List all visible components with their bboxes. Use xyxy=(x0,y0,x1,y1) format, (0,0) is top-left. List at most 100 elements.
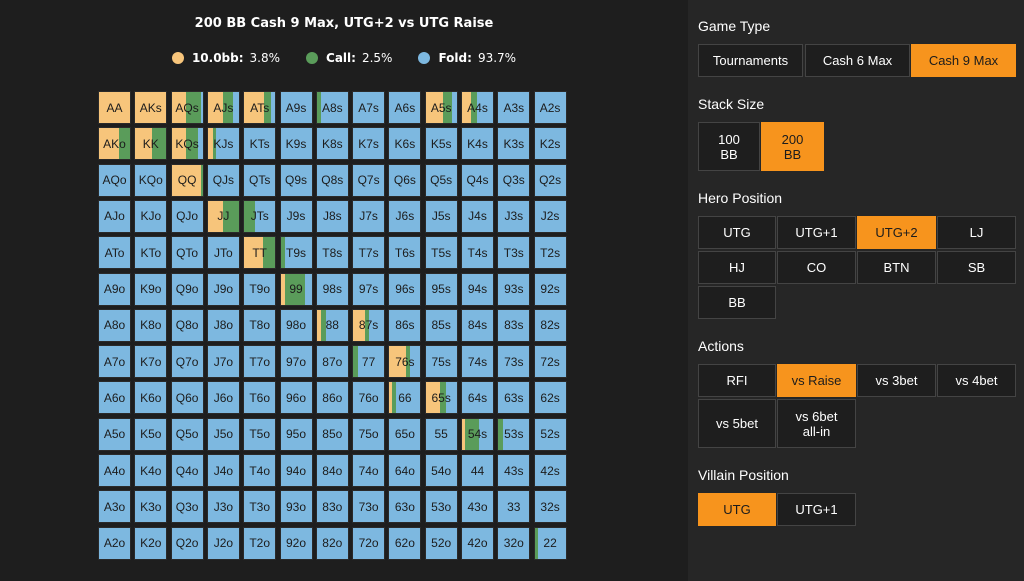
hand-cell-Q9s[interactable]: Q9s xyxy=(279,163,313,197)
hand-cell-86o[interactable]: 86o xyxy=(315,381,349,415)
hand-cell-64s[interactable]: 64s xyxy=(461,381,494,415)
hand-cell-72s[interactable]: 72s xyxy=(533,345,567,379)
hand-cell-T8o[interactable]: T8o xyxy=(243,308,277,342)
hand-cell-92s[interactable]: 92s xyxy=(533,272,567,306)
hand-cell-A8o[interactable]: A8o xyxy=(98,308,131,342)
hand-cell-Q7o[interactable]: Q7o xyxy=(170,345,204,379)
hand-cell-44[interactable]: 44 xyxy=(461,454,494,487)
hand-cell-52s[interactable]: 52s xyxy=(533,417,567,451)
hand-cell-K2s[interactable]: K2s xyxy=(533,127,567,161)
hand-cell-64o[interactable]: 64o xyxy=(388,454,422,487)
hand-cell-95o[interactable]: 95o xyxy=(279,417,313,451)
hand-cell-Q8o[interactable]: Q8o xyxy=(170,308,204,342)
hand-cell-J7o[interactable]: J7o xyxy=(206,345,240,379)
hero-co-button[interactable]: CO xyxy=(777,251,856,284)
hand-cell-A4s[interactable]: A4s xyxy=(461,91,494,124)
hand-cell-T3o[interactable]: T3o xyxy=(243,490,277,524)
hand-cell-63o[interactable]: 63o xyxy=(388,490,422,524)
hand-cell-84o[interactable]: 84o xyxy=(315,454,349,487)
game-type-tournaments-button[interactable]: Tournaments xyxy=(698,44,803,77)
hand-cell-QQ[interactable]: QQ xyxy=(170,163,204,197)
hand-cell-66[interactable]: 66 xyxy=(388,381,422,415)
hand-cell-KTo[interactable]: KTo xyxy=(134,236,168,270)
hand-cell-33[interactable]: 33 xyxy=(497,490,531,524)
hand-cell-Q2o[interactable]: Q2o xyxy=(170,526,204,560)
hero-utgplus1-button[interactable]: UTG+1 xyxy=(777,216,856,249)
hand-cell-42s[interactable]: 42s xyxy=(533,454,567,487)
hand-cell-ATo[interactable]: ATo xyxy=(98,236,131,270)
hand-cell-Q3o[interactable]: Q3o xyxy=(170,490,204,524)
hand-cell-J4o[interactable]: J4o xyxy=(206,454,240,487)
hand-cell-J8o[interactable]: J8o xyxy=(206,308,240,342)
hand-cell-ATs[interactable]: ATs xyxy=(243,91,277,124)
hand-cell-A4o[interactable]: A4o xyxy=(98,454,131,487)
action-rfi-button[interactable]: RFI xyxy=(698,364,776,397)
hand-cell-T2o[interactable]: T2o xyxy=(243,526,277,560)
hand-cell-32o[interactable]: 32o xyxy=(497,526,531,560)
hero-utgplus2-button[interactable]: UTG+2 xyxy=(857,216,936,249)
hand-cell-JTo[interactable]: JTo xyxy=(206,236,240,270)
hand-cell-QJo[interactable]: QJo xyxy=(170,199,204,233)
hand-cell-JJ[interactable]: JJ xyxy=(206,199,240,233)
hand-cell-KQo[interactable]: KQo xyxy=(134,163,168,197)
hand-cell-A9s[interactable]: A9s xyxy=(279,91,313,124)
hand-cell-A3s[interactable]: A3s xyxy=(497,91,531,124)
hand-cell-92o[interactable]: 92o xyxy=(279,526,313,560)
hand-cell-T7s[interactable]: T7s xyxy=(352,236,386,270)
hand-cell-Q8s[interactable]: Q8s xyxy=(315,163,349,197)
hand-cell-J6o[interactable]: J6o xyxy=(206,381,240,415)
hand-cell-97s[interactable]: 97s xyxy=(352,272,386,306)
hero-sb-button[interactable]: SB xyxy=(937,251,1016,284)
hand-cell-J3o[interactable]: J3o xyxy=(206,490,240,524)
hand-cell-87s[interactable]: 87s xyxy=(352,308,386,342)
hand-cell-42o[interactable]: 42o xyxy=(461,526,494,560)
hand-cell-A6s[interactable]: A6s xyxy=(388,91,422,124)
hand-cell-82o[interactable]: 82o xyxy=(315,526,349,560)
hand-cell-A7s[interactable]: A7s xyxy=(352,91,386,124)
hand-cell-54s[interactable]: 54s xyxy=(461,417,494,451)
hand-cell-Q4o[interactable]: Q4o xyxy=(170,454,204,487)
hand-cell-73s[interactable]: 73s xyxy=(497,345,531,379)
hand-cell-88[interactable]: 88 xyxy=(315,308,349,342)
hand-cell-K5s[interactable]: K5s xyxy=(424,127,458,161)
hand-cell-J3s[interactable]: J3s xyxy=(497,199,531,233)
hand-cell-AQs[interactable]: AQs xyxy=(170,91,204,124)
hand-cell-32s[interactable]: 32s xyxy=(533,490,567,524)
hand-cell-T4o[interactable]: T4o xyxy=(243,454,277,487)
hand-cell-T5o[interactable]: T5o xyxy=(243,417,277,451)
hand-cell-Q5o[interactable]: Q5o xyxy=(170,417,204,451)
hand-cell-K9o[interactable]: K9o xyxy=(134,272,168,306)
hero-hj-button[interactable]: HJ xyxy=(698,251,776,284)
hand-cell-83s[interactable]: 83s xyxy=(497,308,531,342)
hand-cell-Q6s[interactable]: Q6s xyxy=(388,163,422,197)
hand-cell-53s[interactable]: 53s xyxy=(497,417,531,451)
villain-utgplus1-button[interactable]: UTG+1 xyxy=(777,493,856,526)
hand-cell-65s[interactable]: 65s xyxy=(424,381,458,415)
hero-bb-button[interactable]: BB xyxy=(698,286,776,319)
hand-cell-AKs[interactable]: AKs xyxy=(134,91,168,124)
hand-cell-KJo[interactable]: KJo xyxy=(134,199,168,233)
hand-cell-Q9o[interactable]: Q9o xyxy=(170,272,204,306)
hand-cell-J9s[interactable]: J9s xyxy=(279,199,313,233)
hand-cell-A9o[interactable]: A9o xyxy=(98,272,131,306)
hand-cell-76s[interactable]: 76s xyxy=(388,345,422,379)
hand-cell-52o[interactable]: 52o xyxy=(424,526,458,560)
hand-cell-AA[interactable]: AA xyxy=(98,91,131,124)
hand-cell-A2o[interactable]: A2o xyxy=(98,526,131,560)
game-type-cash-9-max-button[interactable]: Cash 9 Max xyxy=(911,44,1016,77)
hand-cell-T9s[interactable]: T9s xyxy=(279,236,313,270)
hand-cell-62s[interactable]: 62s xyxy=(533,381,567,415)
hand-cell-73o[interactable]: 73o xyxy=(352,490,386,524)
hand-cell-K3s[interactable]: K3s xyxy=(497,127,531,161)
hand-cell-43s[interactable]: 43s xyxy=(497,454,531,487)
hand-cell-83o[interactable]: 83o xyxy=(315,490,349,524)
action-vs-raise-button[interactable]: vs Raise xyxy=(777,364,856,397)
hand-cell-K4s[interactable]: K4s xyxy=(461,127,494,161)
hand-cell-82s[interactable]: 82s xyxy=(533,308,567,342)
hand-cell-98o[interactable]: 98o xyxy=(279,308,313,342)
hand-cell-QTs[interactable]: QTs xyxy=(243,163,277,197)
hand-cell-J8s[interactable]: J8s xyxy=(315,199,349,233)
hand-cell-K8s[interactable]: K8s xyxy=(315,127,349,161)
hand-cell-85o[interactable]: 85o xyxy=(315,417,349,451)
hand-cell-J6s[interactable]: J6s xyxy=(388,199,422,233)
